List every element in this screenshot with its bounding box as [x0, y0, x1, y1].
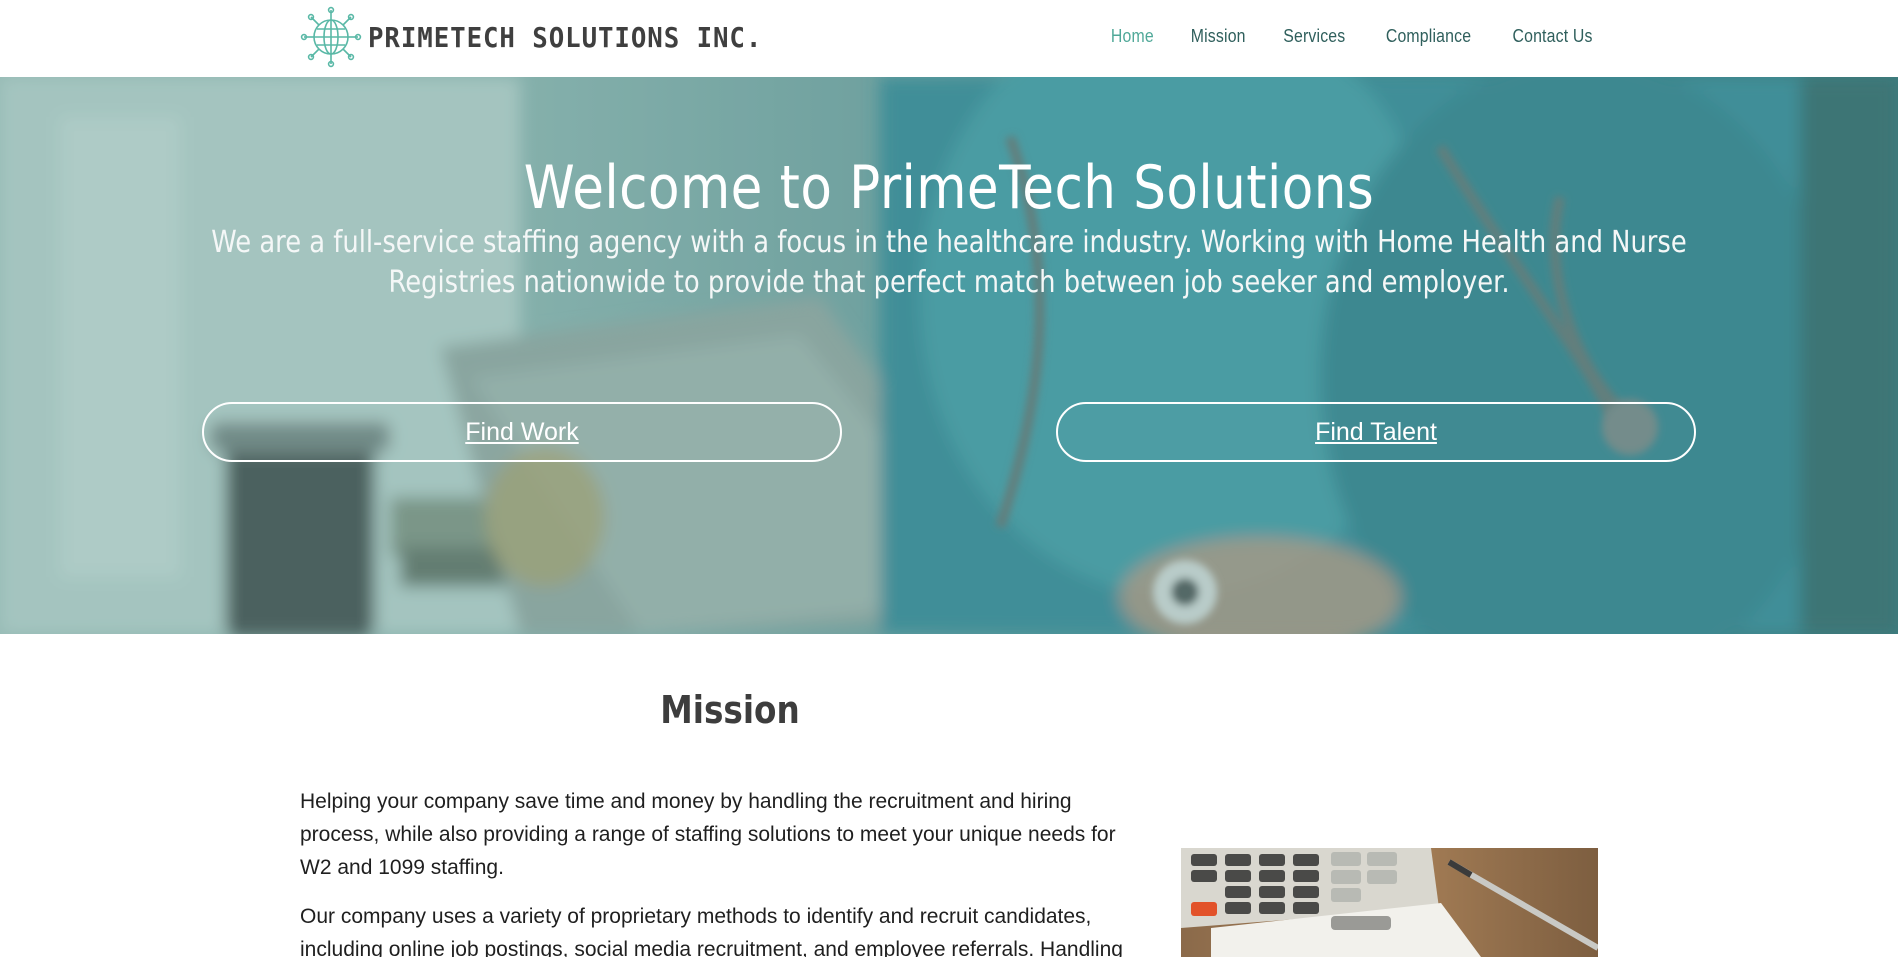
nav-contact-us[interactable]: Contact Us: [1512, 26, 1592, 47]
hero-title: Welcome to PrimeTech Solutions: [523, 153, 1375, 223]
hero-section: Welcome to PrimeTech Solutions We are a …: [0, 77, 1898, 634]
hero-subtitle: We are a full-service staffing agency wi…: [211, 225, 1687, 300]
nav-compliance[interactable]: Compliance: [1386, 26, 1471, 47]
mission-paragraph: Helping your company save time and money…: [300, 790, 1116, 879]
mission-body: Helping your company save time and money…: [300, 785, 1140, 957]
brand-name: PRIMETECH SOLUTIONS INC.: [368, 20, 763, 54]
calculator-photo: [1181, 848, 1598, 957]
nav-services[interactable]: Services: [1284, 26, 1346, 47]
find-talent-button[interactable]: Find Talent: [1056, 402, 1696, 462]
main-nav: Home Mission Services Compliance Contact…: [1108, 26, 1598, 47]
mission-paragraph: Our company uses a variety of proprietar…: [300, 905, 1123, 957]
nav-mission[interactable]: Mission: [1191, 26, 1246, 47]
globe-network-icon: [300, 6, 362, 68]
brand-logo[interactable]: PRIMETECH SOLUTIONS INC.: [300, 6, 797, 68]
site-header: PRIMETECH SOLUTIONS INC. Home Mission Se…: [0, 0, 1898, 77]
find-work-button[interactable]: Find Work: [202, 402, 842, 462]
calculator-image: [1181, 848, 1598, 957]
mission-heading: Mission: [660, 688, 800, 732]
nav-home[interactable]: Home: [1111, 26, 1154, 47]
